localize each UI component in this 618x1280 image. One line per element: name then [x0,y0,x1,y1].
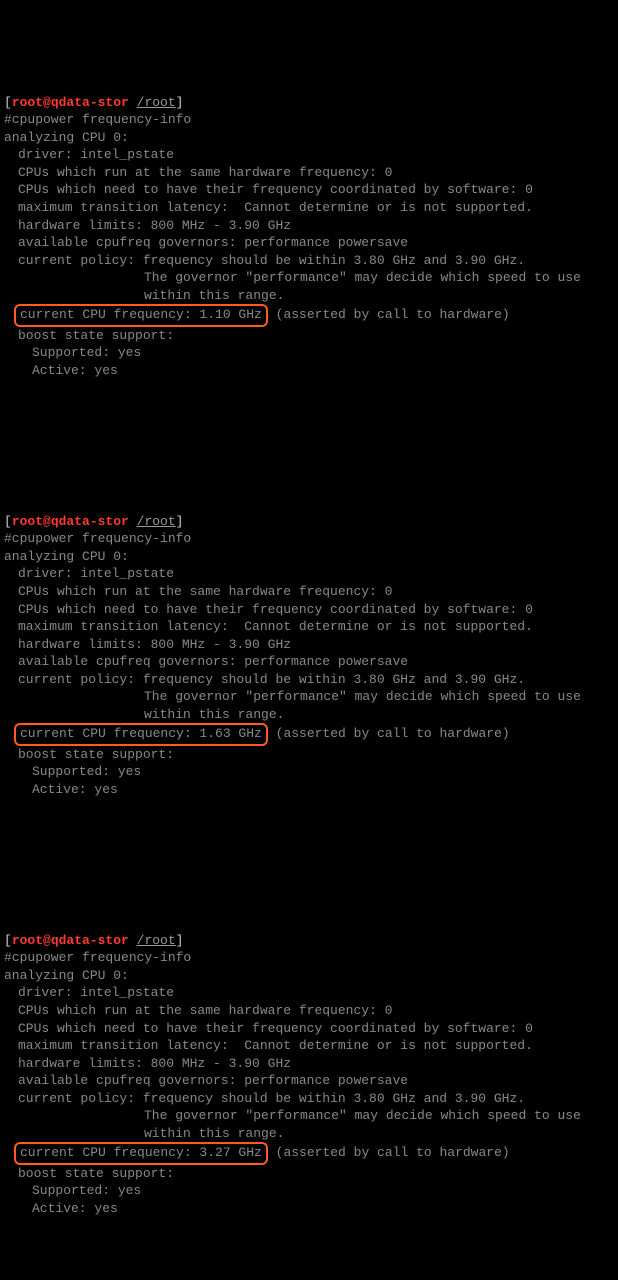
supported-line: Supported: yes [4,763,141,781]
cpu-frequency-highlight: current CPU frequency: 1.10 GHz [14,304,268,327]
space [129,933,137,948]
policy-line-2: The governor "performance" may decide wh… [4,269,581,287]
cpus-coord-line: CPUs which need to have their frequency … [4,1020,533,1038]
prompt-user: root@qdata-stor [12,933,129,948]
bracket-open: [ [4,95,12,110]
output-block: [root@qdata-stor /root] #cpupower freque… [4,76,614,397]
policy-line-1: current policy: frequency should be with… [4,1090,525,1108]
hw-limits-line: hardware limits: 800 MHz - 3.90 GHz [4,217,291,235]
max-trans-line: maximum transition latency: Cannot deter… [4,1037,533,1055]
terminal-output: [root@qdata-stor /root] #cpupower freque… [0,0,618,1280]
command-line: #cpupower frequency-info [4,531,191,546]
policy-line-2: The governor "performance" may decide wh… [4,688,581,706]
bracket-open: [ [4,514,12,529]
active-line: Active: yes [4,781,118,799]
supported-line: Supported: yes [4,1182,141,1200]
prompt-user: root@qdata-stor [12,514,129,529]
cpus-same-line: CPUs which run at the same hardware freq… [4,1002,392,1020]
bracket-close: ] [176,933,184,948]
max-trans-line: maximum transition latency: Cannot deter… [4,618,533,636]
prompt-path: /root [137,933,176,948]
output-block: [root@qdata-stor /root] #cpupower freque… [4,495,614,816]
bracket-open: [ [4,933,12,948]
governors-line: available cpufreq governors: performance… [4,1072,408,1090]
cpu-frequency-tail: (asserted by call to hardware) [268,1145,510,1160]
hw-limits-line: hardware limits: 800 MHz - 3.90 GHz [4,636,291,654]
policy-line-3: within this range. [4,1125,284,1143]
prompt-user: root@qdata-stor [12,95,129,110]
policy-line-3: within this range. [4,287,284,305]
cpu-frequency-highlight: current CPU frequency: 3.27 GHz [14,1142,268,1165]
driver-line: driver: intel_pstate [4,984,174,1002]
space [129,95,137,110]
command-line: #cpupower frequency-info [4,112,191,127]
prompt-path: /root [137,95,176,110]
analyzing-line: analyzing CPU 0: [4,968,129,983]
cpu-frequency-tail: (asserted by call to hardware) [268,726,510,741]
active-line: Active: yes [4,1200,118,1218]
cpus-same-line: CPUs which run at the same hardware freq… [4,583,392,601]
governors-line: available cpufreq governors: performance… [4,234,408,252]
governors-line: available cpufreq governors: performance… [4,653,408,671]
boost-state-line: boost state support: [4,1165,174,1183]
policy-line-1: current policy: frequency should be with… [4,252,525,270]
boost-state-line: boost state support: [4,746,174,764]
driver-line: driver: intel_pstate [4,565,174,583]
cpu-frequency-highlight: current CPU frequency: 1.63 GHz [14,723,268,746]
prompt-path: /root [137,514,176,529]
command-line: #cpupower frequency-info [4,950,191,965]
analyzing-line: analyzing CPU 0: [4,130,129,145]
driver-line: driver: intel_pstate [4,146,174,164]
cpus-coord-line: CPUs which need to have their frequency … [4,181,533,199]
output-block: [root@qdata-stor /root] #cpupower freque… [4,914,614,1235]
boost-state-line: boost state support: [4,327,174,345]
max-trans-line: maximum transition latency: Cannot deter… [4,199,533,217]
cpu-frequency-tail: (asserted by call to hardware) [268,307,510,322]
policy-line-2: The governor "performance" may decide wh… [4,1107,581,1125]
cpus-same-line: CPUs which run at the same hardware freq… [4,164,392,182]
policy-line-1: current policy: frequency should be with… [4,671,525,689]
supported-line: Supported: yes [4,344,141,362]
analyzing-line: analyzing CPU 0: [4,549,129,564]
space [129,514,137,529]
active-line: Active: yes [4,362,118,380]
bracket-close: ] [176,95,184,110]
cpus-coord-line: CPUs which need to have their frequency … [4,601,533,619]
bracket-close: ] [176,514,184,529]
hw-limits-line: hardware limits: 800 MHz - 3.90 GHz [4,1055,291,1073]
policy-line-3: within this range. [4,706,284,724]
